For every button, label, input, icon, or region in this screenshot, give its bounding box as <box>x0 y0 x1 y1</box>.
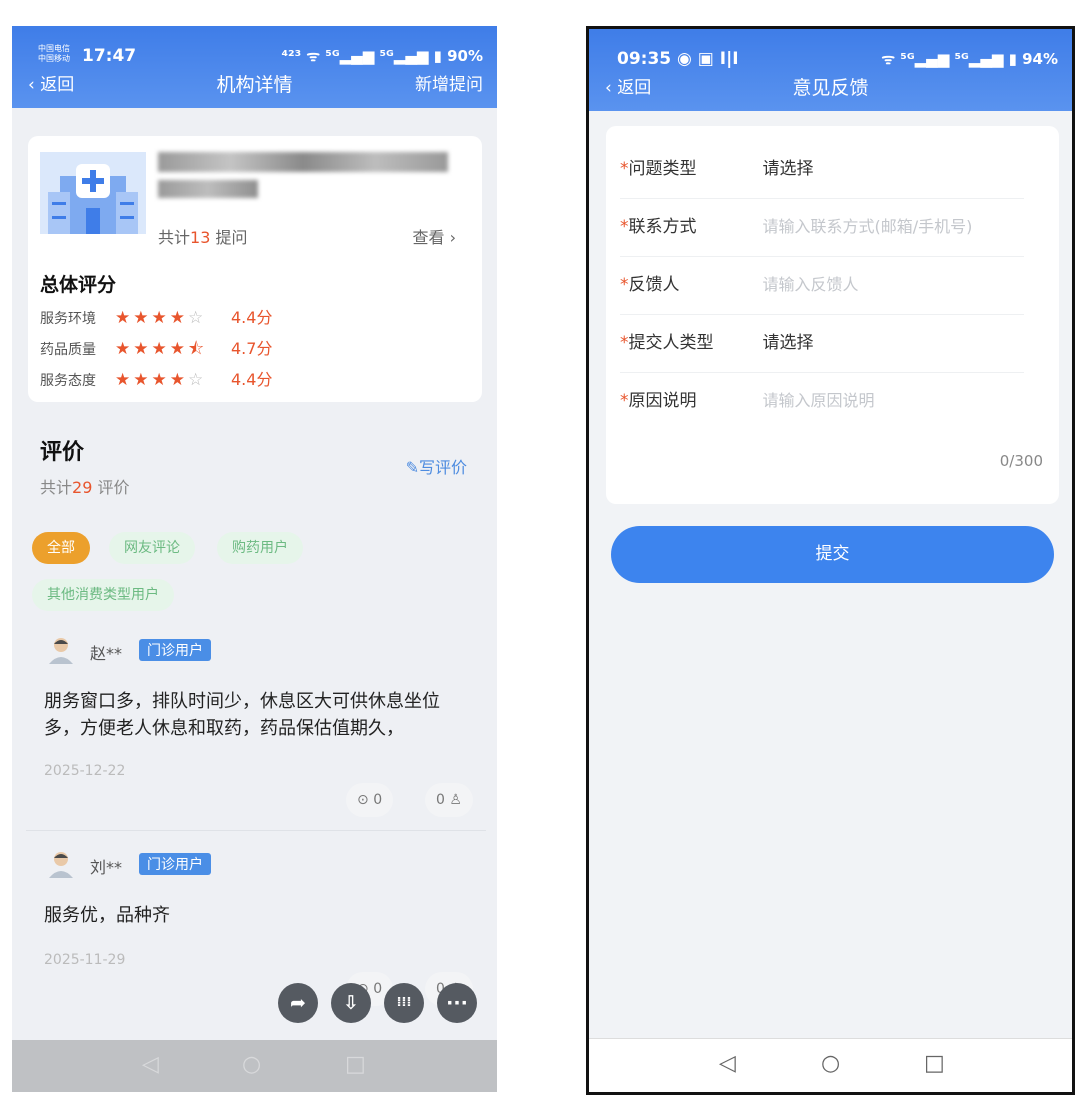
user-avatar-icon <box>48 850 74 878</box>
rating-label: 药品质量 <box>40 342 96 358</box>
submitter-type-select[interactable]: *提交人类型 请选择 <box>620 314 1024 372</box>
contact-input[interactable]: *联系方式 请输入联系方式(邮箱/手机号) <box>620 198 1024 256</box>
field-label: 问题类型 <box>628 159 697 179</box>
nav-home-icon[interactable]: ○ <box>242 1052 261 1077</box>
review-count-prefix: 共计 <box>40 478 73 497</box>
field-value: 请选择 <box>762 159 814 179</box>
review-date: 2025-11-29 <box>44 952 126 968</box>
rating-label: 服务态度 <box>40 373 96 389</box>
user-type-badge: 门诊用户 <box>139 639 211 661</box>
required-mark: * <box>620 391 629 411</box>
star-rating-icon: ★★★★⯪ <box>115 339 208 359</box>
nav-recent-icon[interactable]: □ <box>345 1052 366 1077</box>
comment-count: 0 <box>373 792 383 808</box>
institution-detail-screen: 中国电信 中国移动 17:47 ⁴²³ ᯤ ⁵ᴳ▂▄▆ ⁵ᴳ▂▄▆ ▮ 90% … <box>12 26 497 1092</box>
carrier-label: 中国电信 中国移动 <box>38 44 70 63</box>
question-count-number: 13 <box>190 228 211 247</box>
status-indicators: ⁴²³ ᯤ ⁵ᴳ▂▄▆ ⁵ᴳ▂▄▆ ▮ 90% <box>281 47 483 65</box>
required-mark: * <box>620 275 629 295</box>
user-avatar-icon <box>48 636 74 664</box>
institution-card: 共计13 提问 查看 › 总体评分 服务环境 ★★★★☆ 4.4分 药品质量 ★★★★… <box>28 136 482 402</box>
comment-count: 0 <box>373 981 383 997</box>
nav-recent-icon[interactable]: □ <box>924 1051 945 1076</box>
system-navigation-bar: ◁ ○ □ <box>589 1038 1072 1092</box>
status-time: 09:35 ◉ ▣ I|I <box>617 49 739 69</box>
star-rating-icon: ★★★★☆ <box>115 308 207 328</box>
review-count-suffix: 评价 <box>92 478 130 497</box>
review-content: 朋务窗口多，排队时间少，休息区大可供休息坐位多，方便老人休息和取药，药品保估值期… <box>44 691 440 739</box>
field-placeholder: 请输入反馈人 <box>762 275 859 294</box>
filter-chip-purchase[interactable]: 购药用户 <box>217 532 303 564</box>
review-date: 2025-12-22 <box>44 763 126 779</box>
like-count: 0 <box>436 792 445 808</box>
hospital-icon <box>40 152 146 234</box>
character-counter: 0/300 <box>999 452 1043 470</box>
reason-textarea[interactable]: *原因说明 请输入原因说明 <box>620 372 1024 430</box>
required-mark: * <box>620 333 629 353</box>
system-navigation-bar: ◁ ○ □ <box>12 1040 497 1092</box>
more-icon[interactable]: ··· <box>437 983 477 1023</box>
apps-grid-icon[interactable]: ⁞⁞⁞ <box>384 983 424 1023</box>
required-mark: * <box>620 217 629 237</box>
blurred-institution-name-line2 <box>158 180 258 198</box>
status-indicators: ᯤ ⁵ᴳ▂▄▆ ⁵ᴳ▂▄▆ ▮ 94% <box>881 50 1058 68</box>
view-questions-link[interactable]: 查看 › <box>413 224 457 248</box>
nav-back-icon[interactable]: ◁ <box>142 1052 159 1077</box>
rating-row-environment: 服务环境 ★★★★☆ 4.4分 <box>40 306 272 330</box>
new-question-button[interactable]: 新增提问 <box>415 70 483 95</box>
filter-chip-other[interactable]: 其他消费类型用户 <box>32 579 174 611</box>
rating-score: 4.7分 <box>231 339 273 358</box>
comment-button[interactable]: ⊙ 0 <box>346 783 394 817</box>
rating-score: 4.4分 <box>231 370 273 389</box>
status-time: 17:47 <box>82 46 137 66</box>
comment-icon: ⊙ <box>357 792 374 808</box>
filter-chip-all[interactable]: 全部 <box>32 532 90 564</box>
overall-rating-title: 总体评分 <box>40 274 117 296</box>
question-count: 共计13 提问 <box>158 224 247 248</box>
review-count-number: 29 <box>72 478 93 497</box>
save-icon[interactable]: ⇩ <box>331 983 371 1023</box>
header-bar: 09:35 ◉ ▣ I|I ᯤ ⁵ᴳ▂▄▆ ⁵ᴳ▂▄▆ ▮ 94% ‹ 返回 意… <box>589 29 1072 111</box>
star-rating-icon: ★★★★☆ <box>115 370 207 390</box>
rating-label: 服务环境 <box>40 311 96 327</box>
thumbs-up-icon: ♙ <box>444 792 462 808</box>
rating-row-drug-quality: 药品质量 ★★★★⯪ 4.7分 <box>40 337 272 361</box>
review-divider <box>26 830 486 831</box>
header-bar: 中国电信 中国移动 17:47 ⁴²³ ᯤ ⁵ᴳ▂▄▆ ⁵ᴳ▂▄▆ ▮ 90% … <box>12 26 497 108</box>
feedback-screen: 09:35 ◉ ▣ I|I ᯤ ⁵ᴳ▂▄▆ ⁵ᴳ▂▄▆ ▮ 94% ‹ 返回 意… <box>586 26 1075 1095</box>
share-icon[interactable]: ➦ <box>278 983 318 1023</box>
field-placeholder: 请输入联系方式(邮箱/手机号) <box>762 217 973 236</box>
field-value: 请选择 <box>762 333 814 353</box>
write-review-button[interactable]: ✎写评价 <box>406 454 467 478</box>
review-username: 赵** <box>90 644 123 663</box>
review-username: 刘** <box>90 858 123 877</box>
nav-back-icon[interactable]: ◁ <box>719 1051 736 1076</box>
user-type-badge: 门诊用户 <box>139 853 211 875</box>
field-label: 联系方式 <box>628 217 697 237</box>
reviews-title: 评价 <box>40 440 85 465</box>
field-placeholder: 请输入原因说明 <box>762 391 875 410</box>
review-count: 共计29 评价 <box>40 474 129 498</box>
nav-home-icon[interactable]: ○ <box>821 1051 840 1076</box>
filter-chip-netizen[interactable]: 网友评论 <box>109 532 195 564</box>
field-label: 原因说明 <box>628 391 697 411</box>
submit-button[interactable]: 提交 <box>611 526 1054 583</box>
like-button[interactable]: 0 ♙ <box>425 783 473 817</box>
page-title: 意见反馈 <box>792 77 869 99</box>
field-label: 提交人类型 <box>628 333 714 353</box>
rating-score: 4.4分 <box>231 308 273 327</box>
question-count-prefix: 共计 <box>158 228 191 247</box>
rating-row-service-attitude: 服务态度 ★★★★☆ 4.4分 <box>40 368 272 392</box>
required-mark: * <box>620 159 629 179</box>
issue-type-select[interactable]: *问题类型 请选择 <box>620 140 1024 198</box>
feedback-person-input[interactable]: *反馈人 请输入反馈人 <box>620 256 1024 314</box>
question-count-suffix: 提问 <box>210 228 248 247</box>
field-label: 反馈人 <box>628 275 680 295</box>
feedback-form: *问题类型 请选择 *联系方式 请输入联系方式(邮箱/手机号) *反馈人 请输入反馈人… <box>606 126 1059 504</box>
blurred-institution-name <box>158 152 448 172</box>
review-content: 服务优，品种齐 <box>44 905 170 926</box>
